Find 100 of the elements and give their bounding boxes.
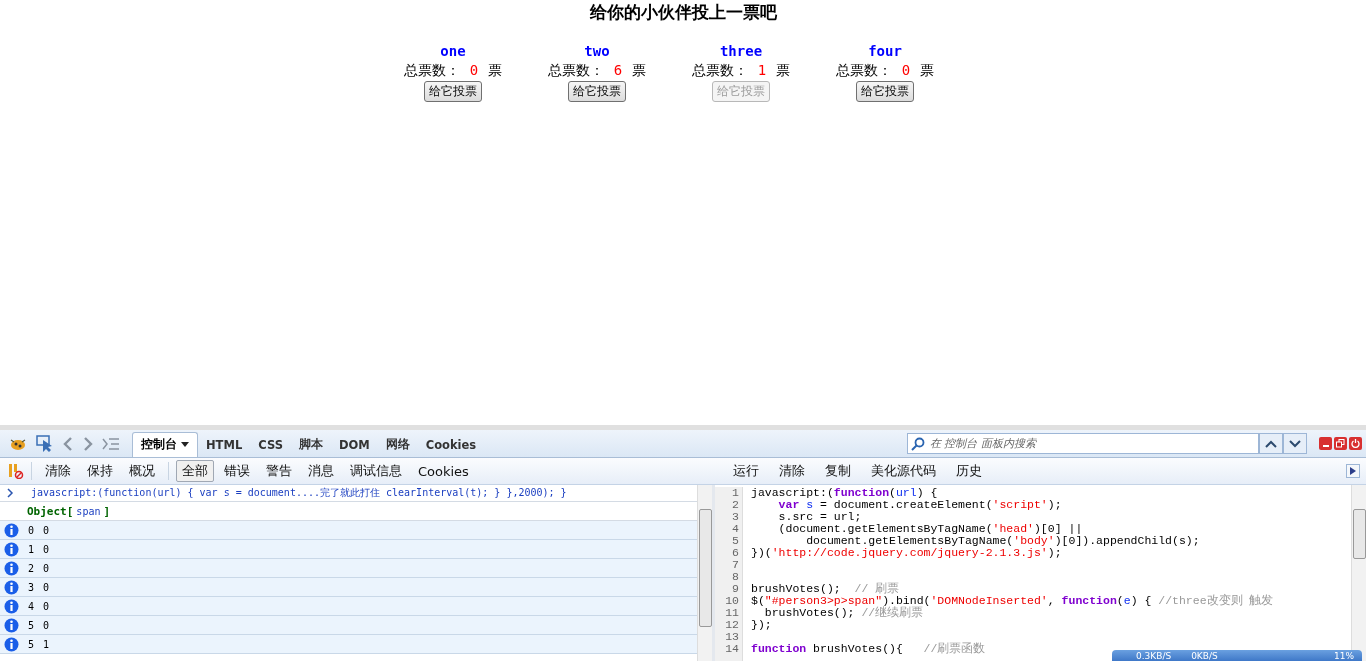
toolbar-button[interactable]: 运行 xyxy=(727,460,765,482)
line-number: 7 xyxy=(731,559,739,571)
detach-button[interactable] xyxy=(1334,437,1347,450)
line-number: 11 xyxy=(724,607,739,619)
line-number: 2 xyxy=(731,499,739,511)
log-value: 0 xyxy=(43,619,50,631)
line-number: 4 xyxy=(731,523,739,535)
log-value: 0 xyxy=(43,543,50,555)
vote-label: 总票数： xyxy=(547,61,604,80)
next-match-button[interactable] xyxy=(1283,433,1307,454)
vote-button[interactable]: 给它投票 xyxy=(568,81,626,102)
code-line: })('http://code.jquery.com/jquery-2.1.3.js'); xyxy=(751,546,1062,559)
inspect-icon[interactable] xyxy=(36,434,54,453)
code-line: brushVotes(); //继续刷票 xyxy=(763,606,924,619)
search-field[interactable]: 在 控制台 面板内搜索 xyxy=(907,433,1259,454)
power-icon xyxy=(1351,439,1360,448)
scrollbar[interactable] xyxy=(697,485,712,661)
object-bracket: ] xyxy=(103,504,111,518)
vote-unit: 票 xyxy=(632,61,647,80)
candidate-name: one xyxy=(440,43,466,59)
toolbar-button[interactable]: 调试信息 xyxy=(344,460,408,482)
log-value: 0 xyxy=(43,524,50,536)
info-icon xyxy=(4,522,19,538)
code-line: }); xyxy=(751,618,772,631)
info-icon xyxy=(4,636,19,652)
vote-button[interactable]: 给它投票 xyxy=(856,81,914,102)
line-number: 1 xyxy=(731,487,739,499)
line-number: 6 xyxy=(731,547,739,559)
page-title: 给你的小伙伴投上一票吧 xyxy=(588,1,778,23)
info-icon xyxy=(4,560,19,576)
expand-button[interactable] xyxy=(1346,464,1360,478)
play-icon xyxy=(1350,467,1356,475)
toolbar-button[interactable]: 保持 xyxy=(81,460,119,482)
indent-list-icon[interactable] xyxy=(102,436,120,451)
windows-icon xyxy=(1336,439,1345,448)
vote-label: 总票数： xyxy=(835,61,892,80)
command-text: javascript:(function(url) { var s = document....完了就此打住 clearInterval(t); } },2000); } xyxy=(31,486,567,500)
vote-label: 总票数： xyxy=(403,61,460,80)
line-number: 8 xyxy=(731,571,739,583)
line-number: 9 xyxy=(731,583,739,595)
object-tag[interactable]: span xyxy=(76,505,101,517)
back-icon[interactable] xyxy=(62,435,74,452)
code-line: function brushVotes(){ //刷票函数 xyxy=(751,642,986,655)
code-line: brushVotes(); // 刷票 xyxy=(751,582,900,595)
info-icon xyxy=(4,598,19,614)
toolbar-button[interactable]: Cookies xyxy=(412,461,475,481)
log-index: 3 xyxy=(28,581,35,593)
info-icon xyxy=(4,617,19,633)
panel-tab[interactable]: HTML xyxy=(198,434,251,457)
stop-icon[interactable] xyxy=(8,463,24,479)
chevron-up-icon xyxy=(1265,439,1277,448)
line-number: 14 xyxy=(724,643,739,655)
toolbar-button[interactable]: 清除 xyxy=(773,460,811,482)
toolbar-button[interactable]: 错误 xyxy=(218,460,256,482)
toolbar-button[interactable]: 清除 xyxy=(39,460,77,482)
line-number: 10 xyxy=(724,595,739,607)
toolbar-button[interactable]: 概况 xyxy=(123,460,161,482)
minimize-button[interactable] xyxy=(1319,437,1332,450)
log-index: 0 xyxy=(28,524,35,536)
close-button[interactable] xyxy=(1349,437,1362,450)
code-line: $("#person3>p>span").bind('DOMNodeInserted', function(e) { //three改变则 触发 xyxy=(751,594,1274,607)
previous-match-button[interactable] xyxy=(1259,433,1283,454)
toolbar-button[interactable]: 警告 xyxy=(260,460,298,482)
candidate-name: four xyxy=(868,43,902,59)
prompt-icon xyxy=(5,488,15,498)
panel-tab[interactable]: CSS xyxy=(250,434,291,457)
log-value: 0 xyxy=(43,581,50,593)
line-number: 12 xyxy=(724,619,739,631)
log-index: 4 xyxy=(28,600,35,612)
vote-count: 0 xyxy=(468,61,480,80)
code-line: javascript:(function(url) { xyxy=(751,486,938,499)
toolbar-button[interactable]: 消息 xyxy=(302,460,340,482)
info-icon xyxy=(4,579,19,595)
code-line: var s = document.createElement('script'); xyxy=(777,498,1062,511)
log-value: 0 xyxy=(43,562,50,574)
network-meter: 0.3KB/S 0KB/S 11% xyxy=(1112,650,1362,661)
panel-tab[interactable]: DOM xyxy=(330,434,378,457)
log-value: 0 xyxy=(43,600,50,612)
log-index: 5 xyxy=(28,638,35,650)
forward-icon[interactable] xyxy=(82,435,94,452)
vote-count: 6 xyxy=(612,61,624,80)
info-icon xyxy=(4,541,19,557)
vote-unit: 票 xyxy=(776,61,791,80)
line-number: 3 xyxy=(731,511,739,523)
log-index: 2 xyxy=(28,562,35,574)
toolbar-button[interactable]: 复制 xyxy=(819,460,857,482)
candidate-name: two xyxy=(584,43,610,59)
toolbar-button[interactable]: 历史 xyxy=(950,460,988,482)
log-index: 1 xyxy=(28,543,35,555)
panel-tab[interactable]: 脚本 xyxy=(290,433,331,457)
panel-tab[interactable]: 网络 xyxy=(377,433,418,457)
toolbar-button[interactable]: 全部 xyxy=(176,460,214,482)
chevron-down-icon xyxy=(1289,439,1301,448)
code-line: (document.getElementsByTagName('head')[0] || xyxy=(777,522,1083,535)
vote-unit: 票 xyxy=(920,61,935,80)
panel-tab[interactable]: 控制台 xyxy=(132,432,198,457)
vote-count: 0 xyxy=(900,61,912,80)
panel-tab[interactable]: Cookies xyxy=(417,434,485,457)
toolbar-button[interactable]: 美化源代码 xyxy=(865,460,942,482)
vote-button[interactable]: 给它投票 xyxy=(424,81,482,102)
